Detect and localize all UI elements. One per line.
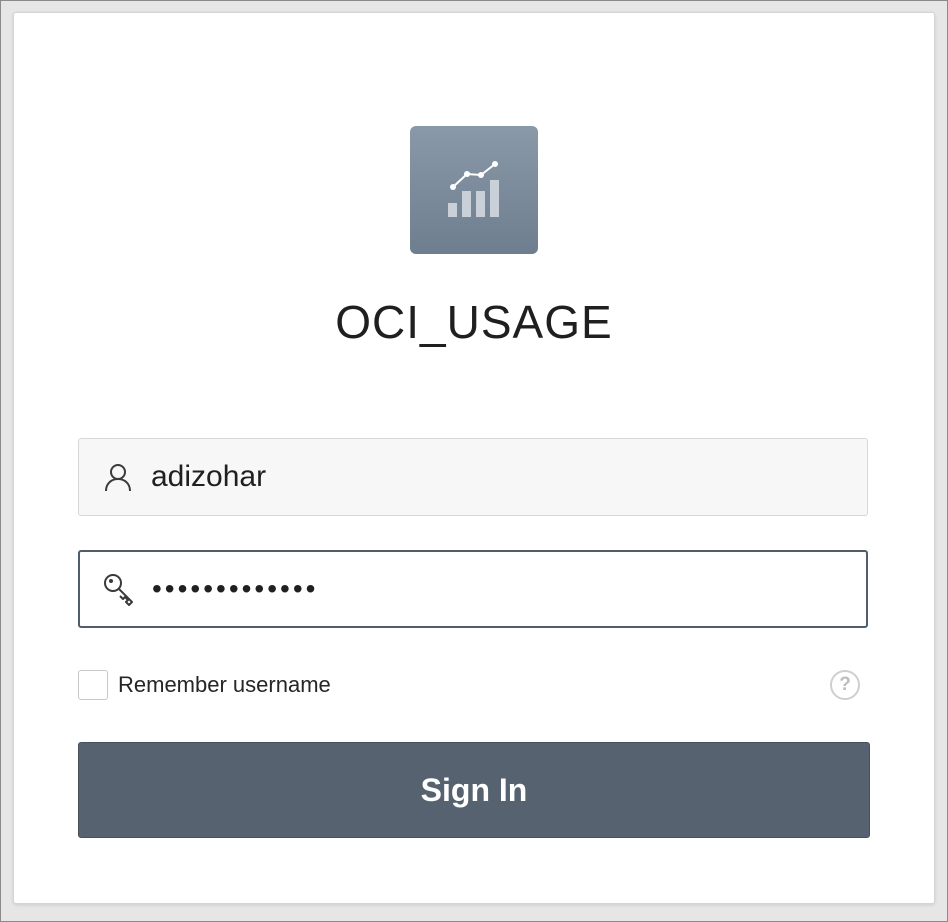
app-logo: [410, 126, 538, 254]
remember-username-label[interactable]: Remember username: [118, 672, 331, 698]
username-field[interactable]: [78, 438, 868, 516]
user-icon: [101, 460, 135, 494]
remember-username-row: Remember username ?: [78, 670, 868, 702]
help-icon[interactable]: ?: [830, 670, 860, 700]
app-title: OCI_USAGE: [335, 296, 613, 348]
password-field[interactable]: [78, 550, 868, 628]
login-card: OCI_USAGE Remember username ? Sign In: [13, 12, 935, 904]
chart-bars-line-icon: [448, 161, 499, 217]
password-input[interactable]: [152, 559, 866, 619]
sign-in-button[interactable]: Sign In: [78, 742, 870, 838]
username-input[interactable]: [151, 447, 867, 507]
key-icon: [102, 572, 136, 606]
remember-username-checkbox[interactable]: [78, 670, 108, 700]
